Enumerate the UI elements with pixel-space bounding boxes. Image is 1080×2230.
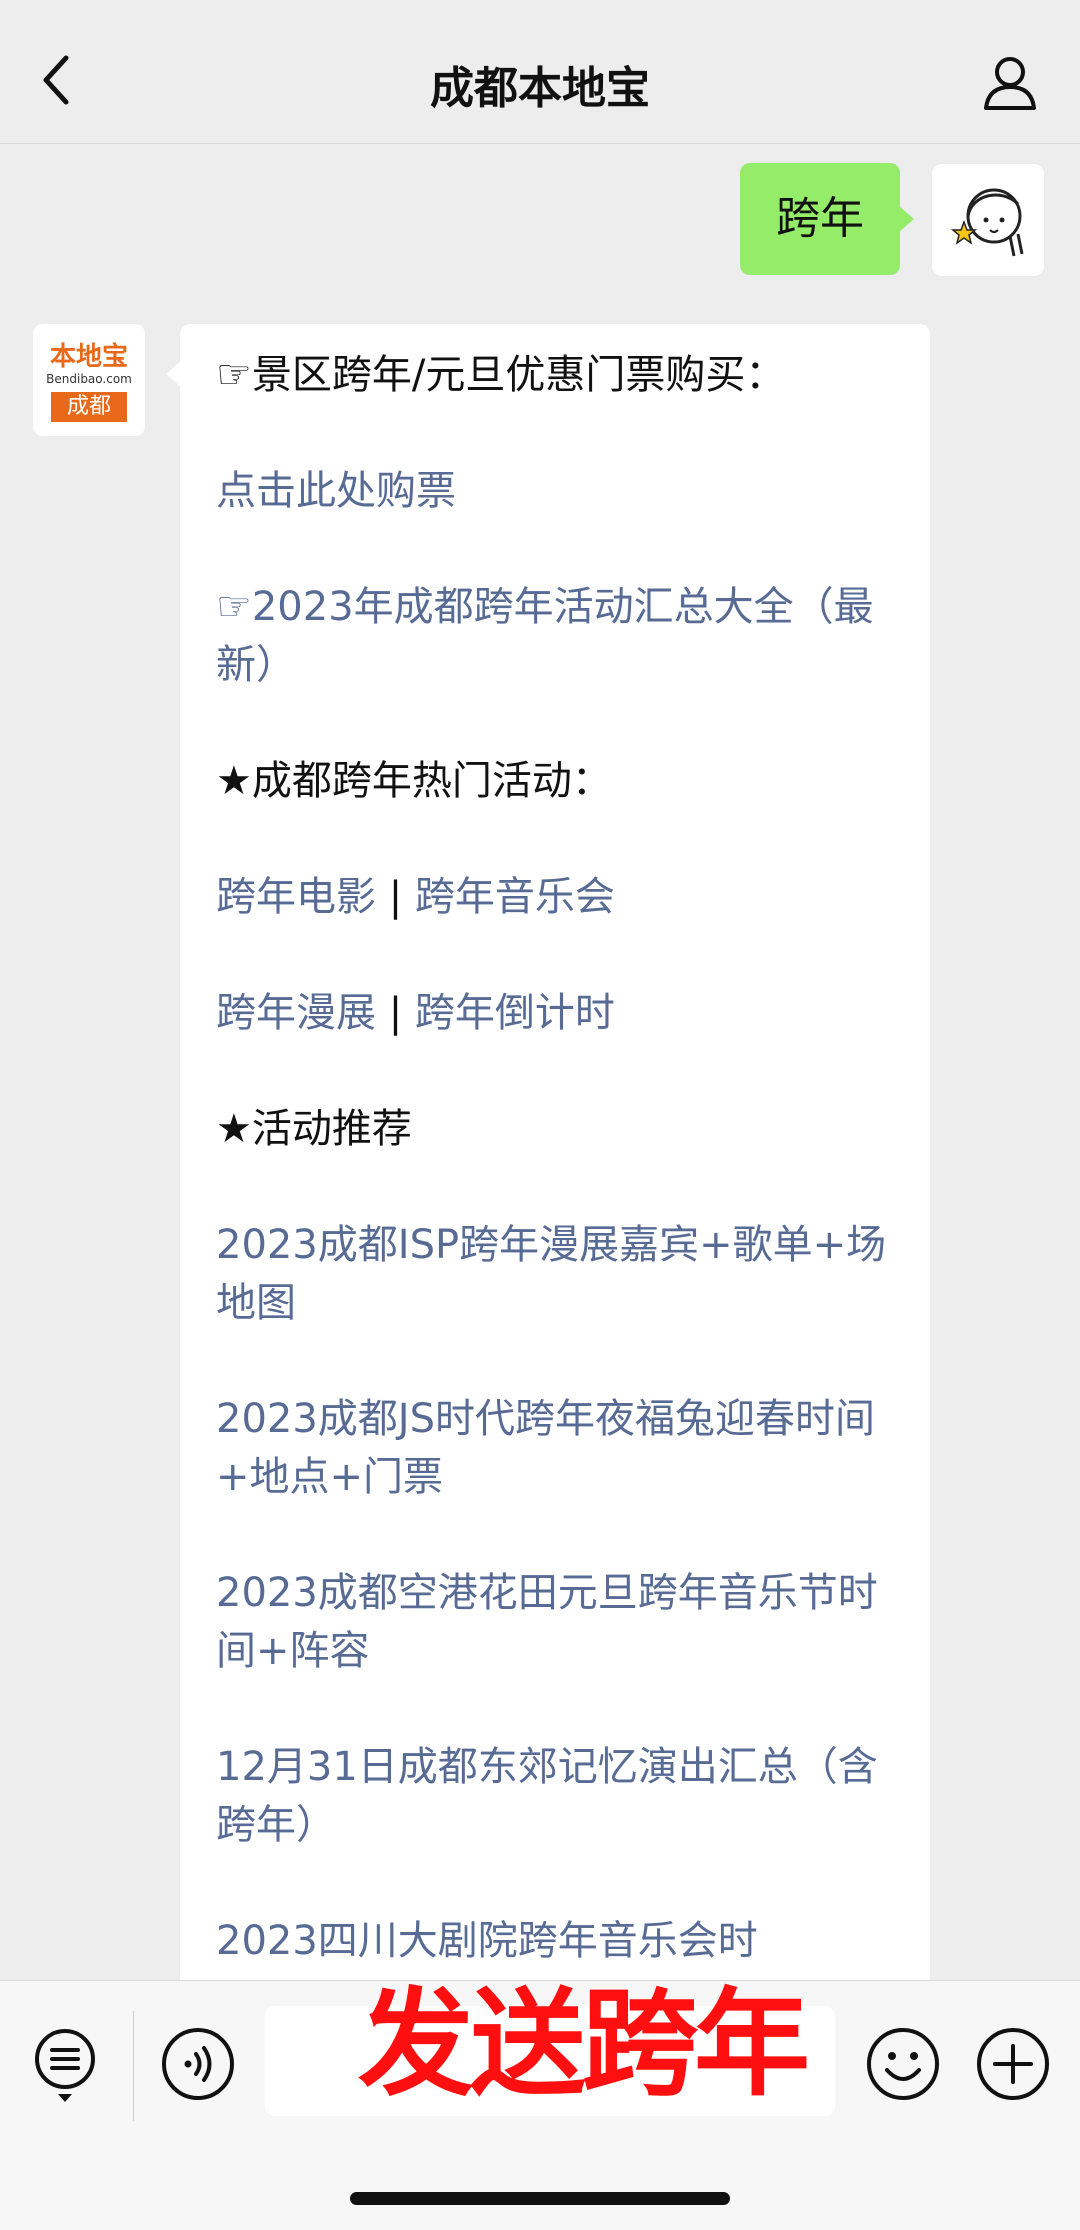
- countdown-link[interactable]: 跨年倒计时: [415, 990, 615, 1036]
- user-message-bubble[interactable]: 跨年: [740, 163, 914, 275]
- cartoon-girl-avatar-icon: [932, 164, 1044, 276]
- service-menu-icon[interactable]: [32, 2026, 98, 2106]
- user-message-text: 跨年: [776, 193, 864, 244]
- article-link[interactable]: 2023成都ISP跨年漫展嘉宾+歌单+场地图: [216, 1216, 896, 1332]
- message-line: ☞景区跨年/元旦优惠门票购买：: [216, 352, 786, 398]
- logo-text-mid: Bendibao.com: [46, 372, 132, 386]
- top-nav-bar: 成都本地宝: [0, 0, 1080, 144]
- bot-message-bubble: ☞景区跨年/元旦优惠门票购买： 点击此处购票 ☞2023年成都跨年活动汇总大全（…: [166, 324, 930, 2024]
- profile-icon[interactable]: [980, 52, 1040, 112]
- message-link-row: 跨年电影 | 跨年音乐会: [216, 868, 896, 926]
- message-link-row: 跨年漫展 | 跨年倒计时: [216, 984, 896, 1042]
- logo-text-top: 本地宝: [49, 342, 128, 372]
- link-separator: |: [376, 990, 415, 1036]
- home-indicator: [350, 2192, 730, 2205]
- comic-expo-link[interactable]: 跨年漫展: [216, 990, 376, 1036]
- message-content: ☞景区跨年/元旦优惠门票购买： 点击此处购票 ☞2023年成都跨年活动汇总大全（…: [216, 346, 896, 2028]
- voice-input-icon[interactable]: [160, 2026, 236, 2102]
- account-avatar[interactable]: 本地宝 Bendibao.com 成都: [33, 324, 145, 436]
- article-link[interactable]: 2023成都空港花田元旦跨年音乐节时间+阵容: [216, 1564, 896, 1680]
- user-avatar[interactable]: [932, 164, 1044, 276]
- movie-link[interactable]: 跨年电影: [216, 874, 376, 920]
- message-line: ★成都跨年热门活动：: [216, 758, 612, 804]
- overlay-send-label: 发送跨年: [358, 1977, 810, 2112]
- emoji-icon[interactable]: [865, 2026, 941, 2102]
- buy-ticket-link[interactable]: 点击此处购票: [216, 462, 896, 520]
- article-link[interactable]: 12月31日成都东郊记忆演出汇总（含跨年）: [216, 1738, 896, 1854]
- event-summary-link[interactable]: ☞2023年成都跨年活动汇总大全（最新）: [216, 578, 896, 694]
- logo-text-bottom: 成都: [51, 392, 127, 422]
- message-line: ★活动推荐: [216, 1106, 412, 1152]
- toolbar-divider: [133, 2011, 134, 2121]
- concert-link[interactable]: 跨年音乐会: [415, 874, 615, 920]
- link-separator: |: [376, 874, 415, 920]
- article-link[interactable]: 2023成都JS时代跨年夜福兔迎春时间+地点+门票: [216, 1390, 896, 1506]
- more-plus-icon[interactable]: [975, 2026, 1051, 2102]
- page-title: 成都本地宝: [430, 63, 650, 114]
